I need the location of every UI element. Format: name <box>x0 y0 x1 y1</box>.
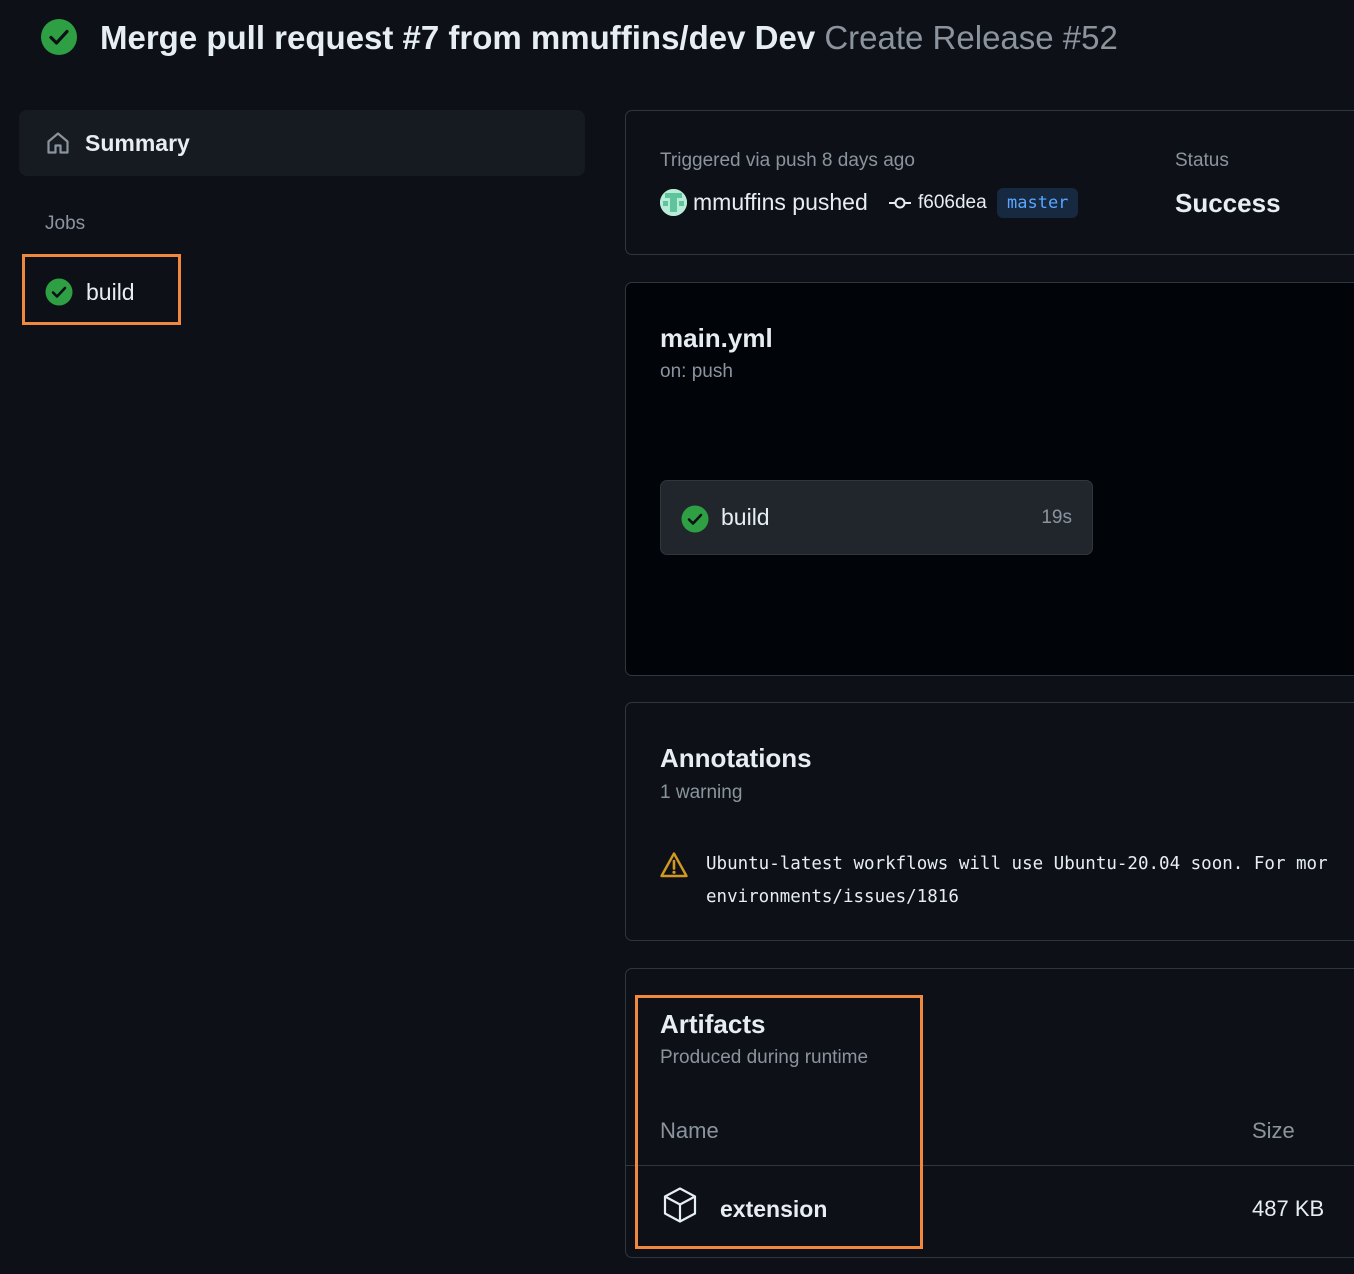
pusher-text: mmuffins pushed <box>693 187 868 217</box>
column-header-name: Name <box>660 1118 719 1143</box>
annotations-card: Annotations 1 warning Ubuntu-latest work… <box>625 702 1354 941</box>
trigger-card: Triggered via push 8 days ago mmuffins p… <box>625 110 1354 255</box>
status-label: Status <box>1175 150 1229 171</box>
branch-badge[interactable]: master <box>997 188 1079 218</box>
annotations-title: Annotations <box>660 743 812 773</box>
annotation-message-line1: Ubuntu-latest workflows will use Ubuntu-… <box>706 854 1328 874</box>
workflow-trigger: on: push <box>660 361 733 382</box>
commit-title: Merge pull request #7 from mmuffins/dev … <box>100 19 816 56</box>
run-success-icon <box>40 18 78 56</box>
sidebar-job-label: build <box>86 279 135 305</box>
sidebar-job-build[interactable]: build <box>22 254 181 325</box>
column-header-size: Size <box>1252 1118 1295 1143</box>
table-row[interactable]: extension 487 KB <box>626 1166 1354 1258</box>
artifact-size: 487 KB <box>1252 1196 1325 1221</box>
commit-sha-link[interactable]: f606dea <box>918 189 987 217</box>
annotation-message-line2: environments/issues/1816 <box>706 887 959 907</box>
git-commit-icon <box>888 193 912 213</box>
workflow-job-label: build <box>721 504 770 530</box>
workflow-graph-card: main.yml on: push build 19s <box>625 282 1354 676</box>
home-icon <box>45 130 71 156</box>
sidebar-item-summary[interactable]: Summary <box>19 110 585 176</box>
jobs-heading: Jobs <box>45 213 86 234</box>
push-action: pushed <box>792 189 868 215</box>
warning-icon <box>660 851 688 879</box>
workflow-run-name: Create Release #52 <box>824 19 1118 56</box>
annotations-count: 1 warning <box>660 782 743 803</box>
sidebar-item-label: Summary <box>85 130 190 156</box>
avatar[interactable] <box>660 189 687 216</box>
package-icon <box>662 1186 698 1224</box>
run-title: Merge pull request #7 from mmuffins/dev … <box>100 14 1118 62</box>
artifacts-title: Artifacts <box>660 1009 766 1039</box>
actor-link[interactable]: mmuffins <box>693 189 786 215</box>
trigger-text: Triggered via push 8 days ago <box>660 150 915 171</box>
workflow-job-duration: 19s <box>1041 507 1072 528</box>
artifacts-subtitle: Produced during runtime <box>660 1047 869 1068</box>
check-circle-icon <box>681 505 709 533</box>
artifact-name-link[interactable]: extension <box>720 1194 827 1224</box>
workflow-job-build[interactable]: build 19s <box>660 480 1093 555</box>
workflow-file-name: main.yml <box>660 323 773 353</box>
check-circle-icon <box>45 278 73 306</box>
artifacts-card: Artifacts Produced during runtime Name S… <box>625 968 1354 1258</box>
status-value: Success <box>1175 188 1281 218</box>
